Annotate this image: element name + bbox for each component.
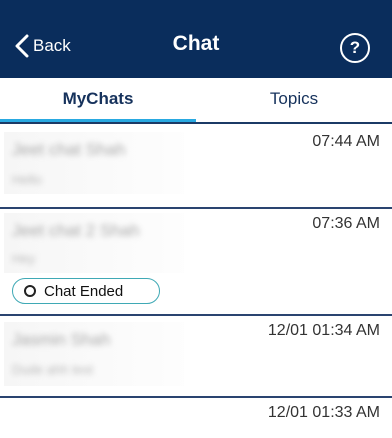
tab-mychats[interactable]: MyChats [0, 78, 196, 120]
status-dot-icon [24, 285, 36, 297]
chat-preview: Dude ahh test [12, 362, 93, 377]
chat-name: Jeet chat Shah [12, 140, 126, 159]
page-title: Chat [172, 32, 220, 55]
list-item[interactable]: 12/01 01:33 AM [0, 398, 392, 438]
chat-time: 07:36 AM [312, 215, 380, 232]
chat-preview: Hey [12, 251, 36, 266]
chat-time: 12/01 01:34 AM [267, 322, 380, 339]
chat-name: Jasmin Shah [12, 330, 111, 349]
chat-time: 12/01 01:33 AM [267, 404, 380, 421]
chat-name: Jeet chat 2 Shah [12, 221, 140, 240]
help-icon[interactable]: ? [340, 33, 370, 63]
chat-time: 07:44 AM [312, 133, 380, 150]
app-header: Back Chat ? [0, 0, 392, 78]
tab-bar: MyChats Topics [0, 78, 392, 123]
status-badge: Chat Ended [12, 278, 160, 304]
list-item[interactable]: Jeet chat Shah Hello 07:44 AM [0, 124, 392, 209]
status-badge-label: Chat Ended [44, 282, 124, 300]
tab-topics[interactable]: Topics [196, 78, 392, 120]
chat-preview: Hello [12, 172, 42, 187]
list-item[interactable]: Jasmin Shah Dude ahh test 12/01 01:34 AM [0, 316, 392, 398]
